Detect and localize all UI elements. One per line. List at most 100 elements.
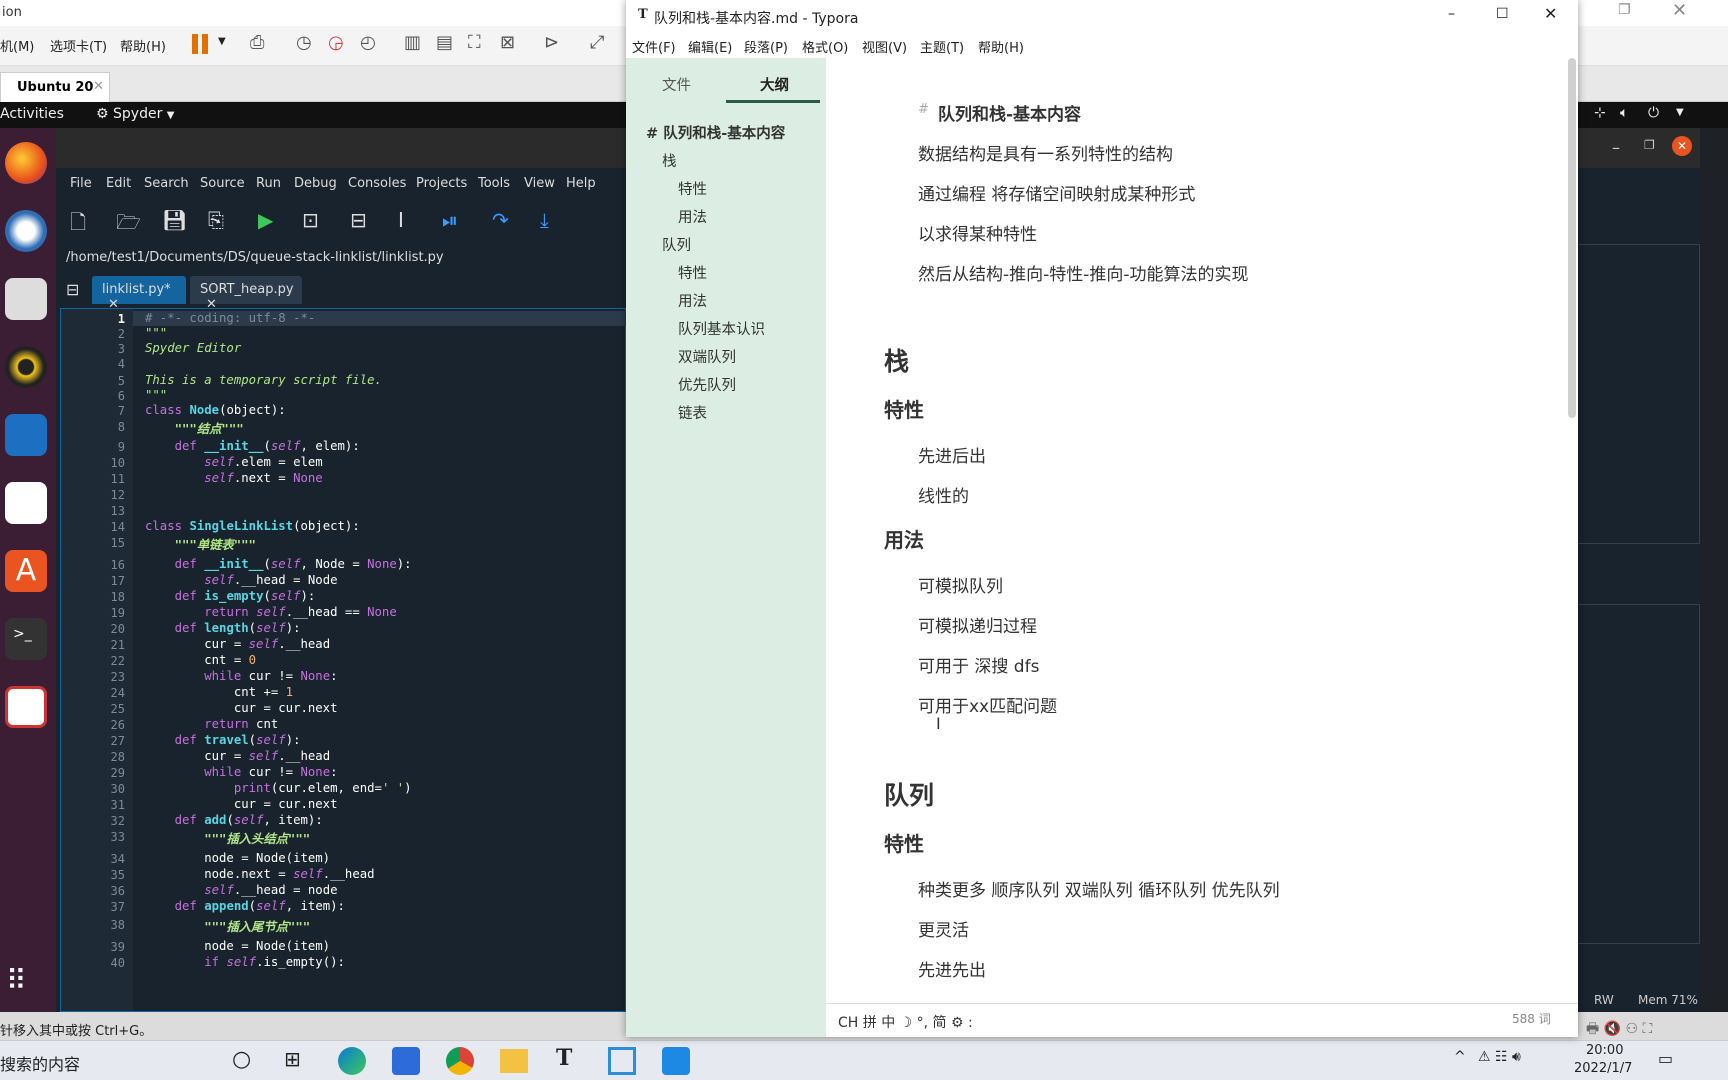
menu-format[interactable]: 格式(O) — [802, 37, 848, 56]
menu-source[interactable]: Source — [200, 176, 245, 191]
typora-taskbar-icon[interactable]: T — [556, 1045, 572, 1071]
spyder-dock-icon[interactable] — [5, 686, 47, 728]
vm-tab-ubuntu[interactable]: Ubuntu 20 ✕ — [0, 72, 110, 102]
pause-icon[interactable] — [192, 34, 198, 54]
code-editor[interactable]: 1 2 3 4 5 6 7 8 9 10 11 12 13 14 15 16 17 18 19 20 21 22 23 24 2… — [60, 308, 627, 1012]
chrome-icon[interactable] — [446, 1047, 474, 1075]
file-explorer-icon[interactable] — [500, 1049, 528, 1073]
outline-item-stack-feature[interactable]: 特性 — [678, 178, 707, 199]
maximize-icon[interactable]: ❐ — [1644, 138, 1655, 152]
run-cell-advance-icon[interactable]: ⊟ — [350, 208, 367, 232]
menu-run[interactable]: Run — [256, 176, 281, 191]
edge-icon[interactable] — [338, 1047, 366, 1075]
menu-edit[interactable]: Edit — [106, 176, 131, 191]
unity-icon[interactable]: ⊠ — [500, 32, 515, 53]
save-icon[interactable]: 💾︎ — [162, 208, 187, 232]
menu-theme[interactable]: 主题(T) — [920, 37, 964, 56]
search-box[interactable]: 搜索的内容 — [0, 1051, 80, 1075]
tray-icons[interactable]: ⚠ ☷ 🔊︎ — [1478, 1049, 1521, 1065]
vmware-taskbar-icon[interactable] — [608, 1047, 636, 1075]
close-icon[interactable]: ✕ — [1672, 136, 1692, 156]
tab-sort-heap[interactable]: SORT_heap.py ✕ — [190, 276, 302, 312]
outline-item-stack-usage[interactable]: 用法 — [678, 206, 707, 227]
clock-time[interactable]: 20:00 — [1586, 1043, 1623, 1058]
debug-icon[interactable]: ⏯ — [442, 208, 458, 232]
volume-icon[interactable]: 🔈︎ — [1620, 105, 1628, 121]
close-icon[interactable]: ✕ — [1672, 0, 1687, 21]
console-view-icon[interactable]: ⊳ — [544, 32, 559, 53]
menu-projects[interactable]: Projects — [416, 176, 467, 191]
run-icon[interactable]: ▶ — [258, 208, 273, 232]
feishu-icon[interactable] — [392, 1047, 420, 1075]
menu-machine[interactable]: 机(M) — [0, 36, 34, 55]
writer-icon[interactable] — [5, 414, 47, 456]
menu-edit[interactable]: 编辑(E) — [688, 37, 732, 56]
sidebar-toggle-icon[interactable]: ▥ — [404, 32, 421, 53]
close-icon[interactable]: ✕ — [1544, 4, 1557, 23]
app-menu[interactable]: ⚙ Spyder ▼ — [96, 106, 175, 122]
text-editor-icon[interactable] — [5, 482, 47, 524]
step-into-icon[interactable]: ⤓ — [540, 208, 549, 232]
run-selection-icon[interactable]: I — [398, 208, 404, 232]
outline-item-linked-list[interactable]: 链表 — [678, 402, 707, 423]
menu-debug[interactable]: Debug — [294, 176, 337, 191]
menu-paragraph[interactable]: 段落(P) — [744, 37, 788, 56]
files-icon[interactable] — [5, 278, 47, 320]
maximize-icon[interactable]: ☐ — [1496, 6, 1509, 22]
photos-icon[interactable] — [662, 1047, 690, 1075]
send-keys-icon[interactable]: ⎙ — [250, 32, 264, 53]
outline-item-priority-queue[interactable]: 优先队列 — [678, 374, 736, 395]
menu-view[interactable]: 视图(V) — [862, 37, 907, 56]
restore-icon[interactable]: ❐ — [1618, 2, 1631, 18]
menu-help[interactable]: Help — [566, 176, 596, 191]
fullscreen-icon[interactable]: ⛶ — [468, 32, 481, 53]
typora-editor[interactable]: # 队列和栈-基本内容 数据结构是具有一系列特性的结构 通过编程 将存储空间映射… — [826, 58, 1578, 1003]
menu-search[interactable]: Search — [144, 176, 189, 191]
cortana-icon[interactable]: ○ — [232, 1047, 251, 1072]
menu-help[interactable]: 帮助(H) — [120, 36, 166, 55]
activities-button[interactable]: Activities — [0, 106, 64, 122]
tab-linklist[interactable]: linklist.py* ✕ — [92, 276, 186, 312]
snapshot-icon[interactable]: ◷ — [296, 32, 312, 53]
menu-file[interactable]: File — [70, 176, 92, 191]
word-count[interactable]: 588 词 — [1512, 1010, 1551, 1027]
minimize-icon[interactable]: – — [1612, 138, 1620, 157]
software-icon[interactable]: A — [5, 550, 47, 592]
outline-item-queue-feature[interactable]: 特性 — [678, 262, 707, 283]
notification-icon[interactable]: ▭ — [1658, 1049, 1673, 1068]
terminal-icon[interactable]: >_ — [5, 618, 47, 660]
thunderbird-icon[interactable] — [5, 210, 47, 252]
task-view-icon[interactable]: ⊞ — [284, 1047, 301, 1071]
menu-tabs[interactable]: 选项卡(T) — [50, 36, 107, 55]
outline-item-title[interactable]: # 队列和栈-基本内容 — [646, 122, 785, 143]
stretch-icon[interactable]: ⤢ — [590, 32, 604, 53]
menu-view[interactable]: View — [524, 176, 555, 191]
outline-item-queue-basics[interactable]: 队列基本认识 — [678, 318, 765, 339]
tab-outline[interactable]: 大纲 — [760, 74, 789, 95]
thumbnail-icon[interactable]: ▤ — [436, 32, 453, 53]
close-icon[interactable]: ✕ — [93, 79, 104, 94]
chevron-down-icon[interactable]: ▼ — [218, 36, 226, 47]
menu-help[interactable]: 帮助(H) — [978, 37, 1024, 56]
tray-chevron-icon[interactable]: ^ — [1454, 1049, 1466, 1065]
browse-tabs-icon[interactable]: ⊟ — [66, 280, 79, 299]
step-icon[interactable]: ↷ — [492, 208, 509, 232]
menu-file[interactable]: 文件(F) — [632, 37, 676, 56]
minimize-icon[interactable]: – — [1448, 6, 1455, 22]
app-grid-icon[interactable]: ⠿ — [6, 964, 27, 997]
clock-date[interactable]: 2022/1/7 — [1574, 1061, 1632, 1076]
rhythmbox-icon[interactable] — [5, 346, 47, 388]
outline-item-queue[interactable]: 队列 — [662, 234, 691, 255]
device-icons[interactable]: 🖶 🔇 ⚇ ⛶ — [1586, 1018, 1652, 1042]
power-icon[interactable]: ⏻ — [1648, 105, 1659, 121]
tab-files[interactable]: 文件 — [662, 74, 691, 95]
scrollbar[interactable] — [1568, 58, 1576, 418]
new-file-icon[interactable]: 🗋 — [70, 208, 86, 242]
outline-item-stack[interactable]: 栈 — [662, 150, 677, 171]
chevron-down-icon[interactable]: ▼ — [1676, 107, 1684, 118]
snapshot-manager-icon[interactable]: ◴ — [360, 32, 376, 53]
revert-snapshot-icon[interactable]: ◶ — [328, 32, 344, 53]
network-icon[interactable]: ⊹ — [1594, 105, 1606, 121]
open-file-icon[interactable]: 🗁 — [116, 208, 141, 242]
run-cell-icon[interactable]: ⊡ — [302, 208, 319, 232]
